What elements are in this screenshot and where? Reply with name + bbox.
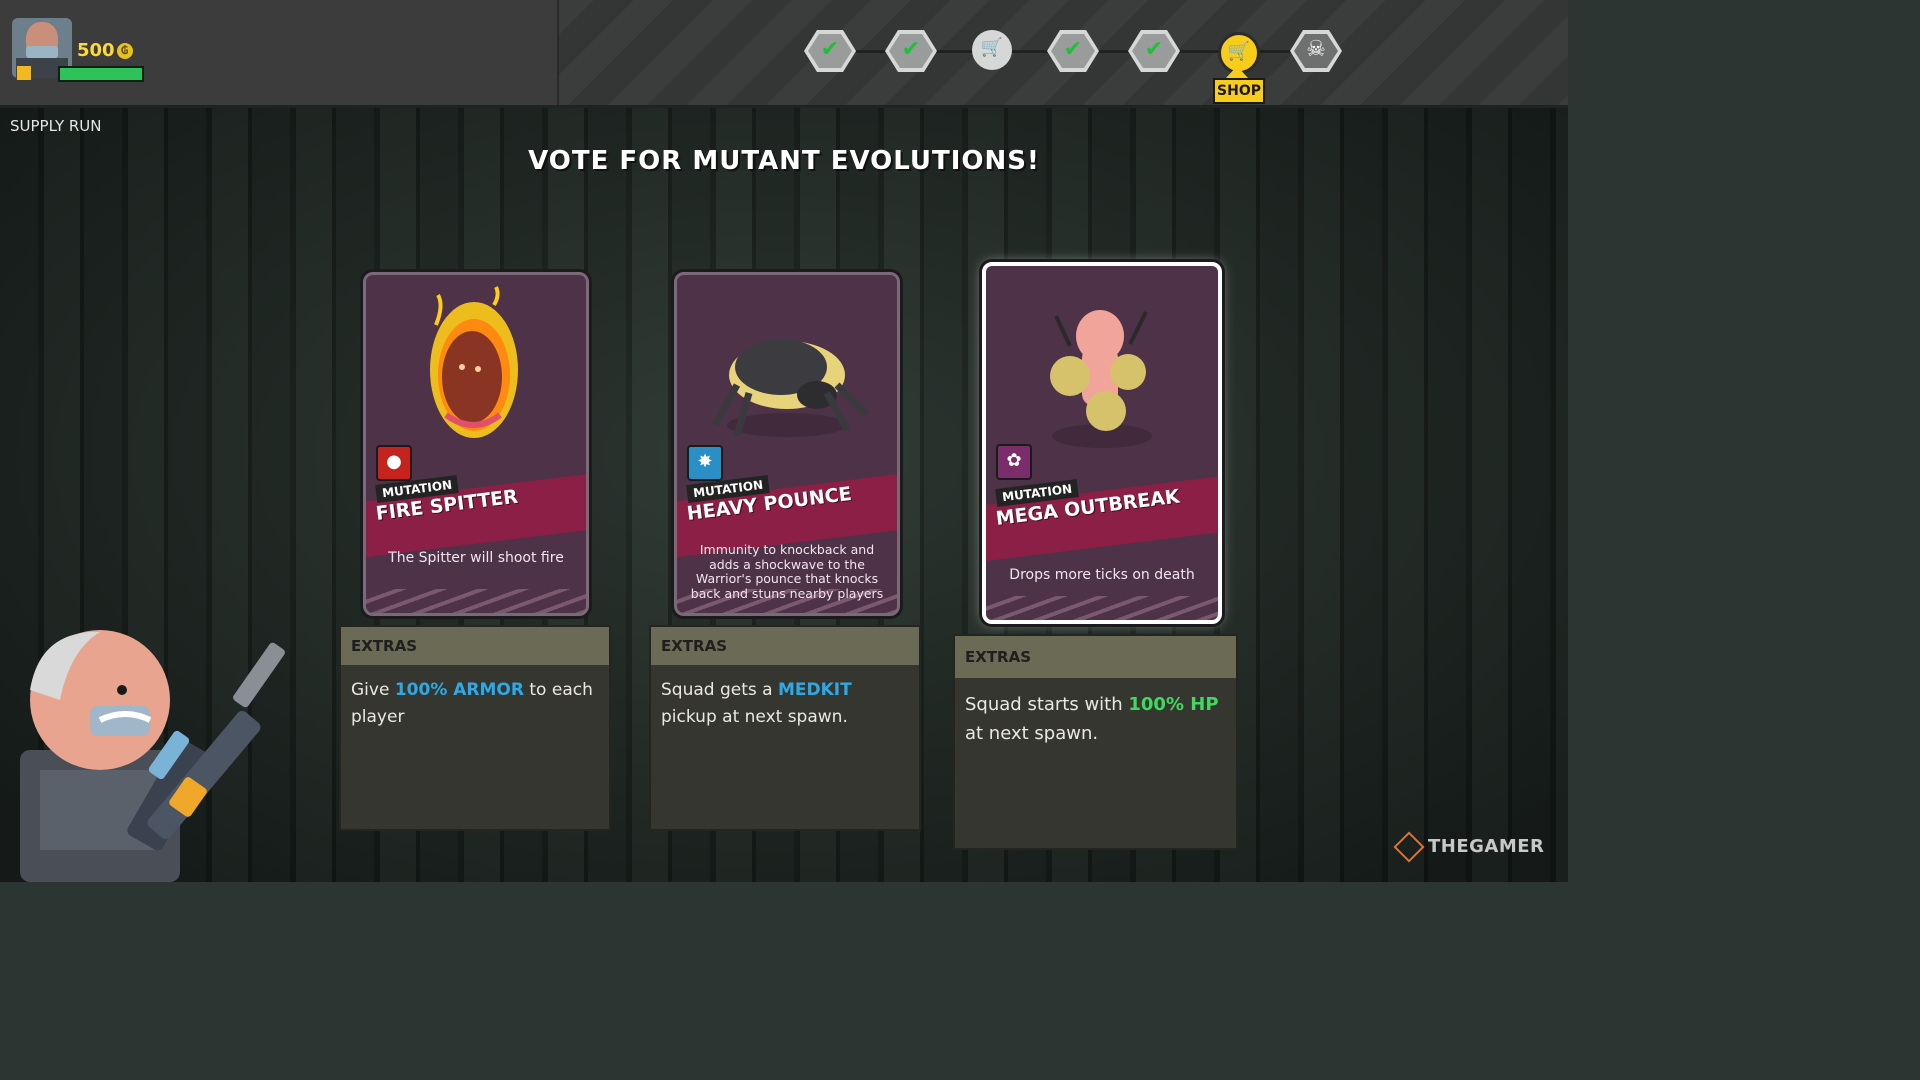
check-icon: ✔ [1144,37,1164,62]
extras-text: Squad gets a MEDKIT pickup at next spawn… [651,665,919,743]
extras-text-post: at next spawn. [965,723,1099,744]
coin-amount: 500 [77,40,115,61]
extras-text-post: pickup at next spawn. [661,707,848,727]
health-bar [58,66,144,82]
brain-mutation-icon: ✿ [996,444,1032,480]
progress-node-completed-2: ✔ [885,30,937,72]
progress-node-completed-3: ✔ [1047,30,1099,72]
progress-node-shop-past: 🛒 [966,30,1018,72]
card-stripes [677,589,897,613]
page-title: VOTE FOR MUTANT EVOLUTIONS! [528,146,1040,176]
extras-text-pre: Give [351,680,395,700]
card-description: The Spitter will shoot fire [388,550,564,566]
extras-highlight: 100% ARMOR [394,680,524,700]
extras-text-pre: Squad starts with [965,694,1129,715]
skull-icon: ☠ [1306,37,1326,62]
shop-label: SHOP [1213,78,1265,104]
check-icon: ✔ [820,37,840,62]
check-icon: ✔ [901,37,921,62]
coin-counter: 500 ₲ [77,40,133,61]
card-stripes [366,589,586,613]
extras-highlight: MEDKIT [777,680,852,700]
extras-panel-fire-spitter: EXTRAS Give 100% ARMOR to each player [339,625,611,831]
health-bar-fill [60,68,142,80]
extras-panel-heavy-pounce: EXTRAS Squad gets a MEDKIT pickup at nex… [649,625,921,831]
cart-icon: 🛒 [980,37,1004,58]
extras-highlight: 100% HP [1128,694,1219,715]
card-stripes [986,596,1218,620]
extras-text: Squad starts with 100% HP at next spawn. [955,678,1236,760]
fire-mutation-icon: ● [376,445,412,481]
extras-panel-mega-outbreak: EXTRAS Squad starts with 100% HP at next… [953,634,1238,850]
player-character-illustration [20,630,285,882]
shockwave-mutation-icon: ✸ [687,445,723,481]
mega-outbreak-art [1050,310,1152,448]
progress-node-boss: ☠ [1290,30,1342,72]
extras-header: EXTRAS [955,636,1236,678]
watermark: THEGAMER [1393,831,1545,863]
extras-header: EXTRAS [651,627,919,665]
extras-text: Give 100% ARMOR to each player [341,665,609,743]
current-location-arrow [1226,66,1248,78]
card-description: Drops more ticks on death [1009,567,1195,583]
extras-text-pre: Squad gets a [661,680,778,700]
player-level-marker [17,66,31,80]
player-status-panel: 500 ₲ [0,0,559,105]
watermark-text: THEGAMER [1428,836,1545,857]
progress-node-completed-4: ✔ [1128,30,1180,72]
level-name: SUPPLY RUN [10,117,102,135]
coin-icon: ₲ [116,43,133,59]
mutation-card-fire-spitter[interactable]: ● MUTATION FIRE SPITTER The Spitter will… [363,272,589,616]
check-icon: ✔ [1063,37,1083,62]
extras-header: EXTRAS [341,627,609,665]
progress-node-completed-1: ✔ [804,30,856,72]
mutation-card-mega-outbreak[interactable]: ✿ MUTATION MEGA OUTBREAK Drops more tick… [982,262,1222,624]
top-hud-bar: 500 ₲ ✔ ✔ 🛒 ✔ ✔ 🛒 ☠ SHOP [0,0,1568,108]
mutation-card-heavy-pounce[interactable]: ✸ MUTATION HEAVY POUNCE Immunity to knoc… [674,272,900,616]
thegamer-logo-icon [1393,831,1425,863]
